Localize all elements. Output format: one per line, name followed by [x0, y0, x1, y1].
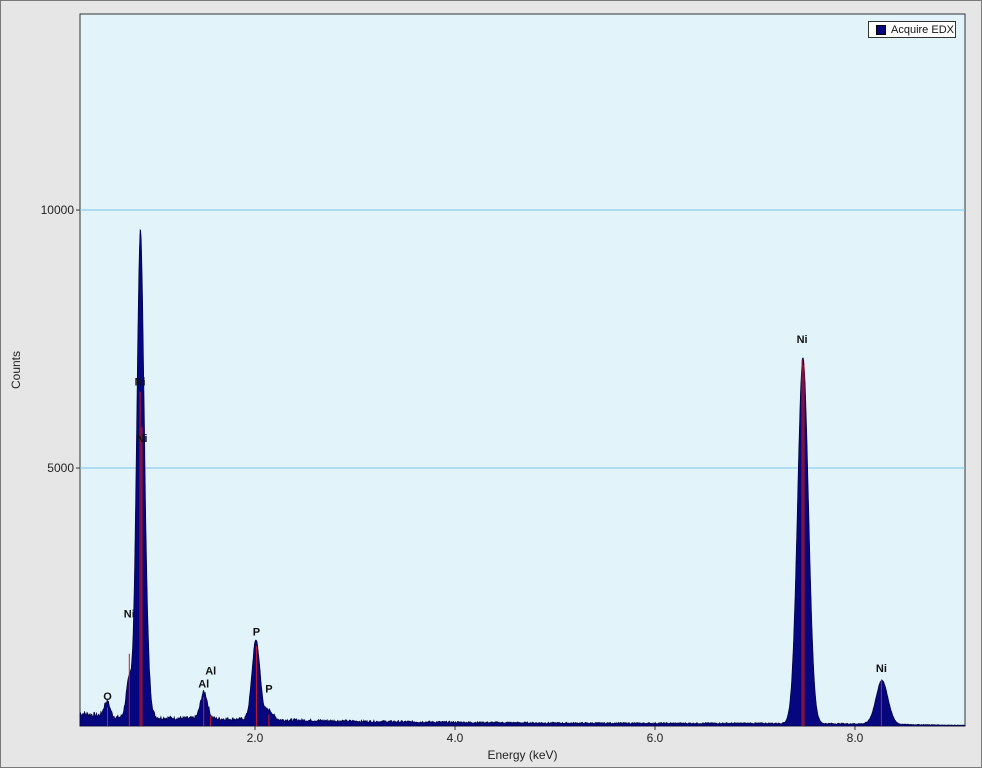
legend-label: Acquire EDX	[891, 23, 954, 36]
element-label: Al	[205, 665, 216, 677]
plot-area	[79, 13, 966, 727]
element-label: Al	[198, 678, 209, 690]
x-tick-label: 8.0	[847, 731, 864, 745]
element-label: P	[265, 683, 272, 695]
y-tick-label: 10000	[41, 203, 75, 217]
element-label: Ni	[124, 609, 135, 621]
x-tick-label: 2.0	[247, 731, 264, 745]
element-label: O	[103, 691, 112, 703]
x-tick-label: 4.0	[447, 731, 464, 745]
y-axis-title: Counts	[9, 351, 23, 389]
element-label: Ni	[136, 433, 147, 445]
legend[interactable]: Acquire EDX	[868, 21, 956, 38]
element-label: P	[253, 627, 260, 639]
edx-spectrum-chart: 5000 10000 2.0 4.0 6.0 8.0 Energy (keV) Counts O…	[9, 13, 966, 762]
legend-swatch	[876, 24, 886, 35]
element-label: Ni	[797, 334, 808, 346]
y-tick-label: 5000	[47, 461, 74, 475]
element-label: Ni	[135, 376, 146, 388]
element-label: Ni	[876, 663, 887, 675]
x-axis-title: Energy (keV)	[487, 748, 557, 762]
x-tick-label: 6.0	[647, 731, 664, 745]
